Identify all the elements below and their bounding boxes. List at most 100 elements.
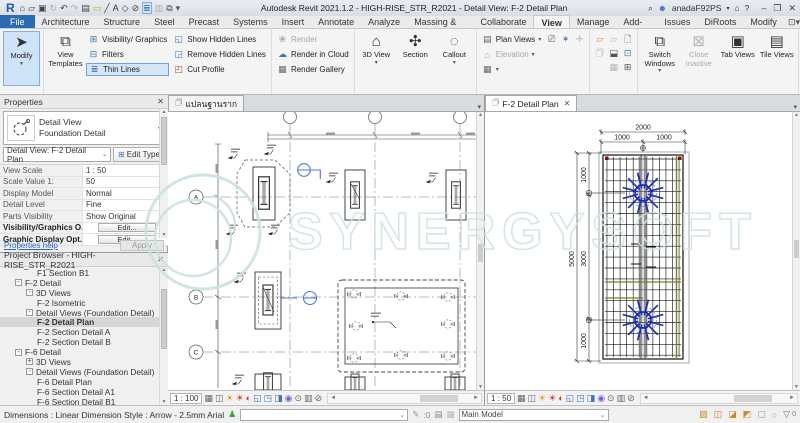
- thin-lines-button[interactable]: ≣ Thin Lines: [86, 63, 169, 76]
- grid-sheet-icon[interactable]: ▦: [607, 61, 620, 74]
- property-value[interactable]: Fine: [82, 200, 168, 211]
- guide-grid-icon[interactable]: ▥: [304, 393, 313, 404]
- property-value[interactable]: Show Original: [82, 211, 168, 222]
- help-icon[interactable]: ?: [745, 3, 750, 13]
- thin-lines-icon[interactable]: ≣: [142, 2, 152, 14]
- print-sheet-icon[interactable]: ⎚: [545, 33, 558, 46]
- edit-type-button[interactable]: ⊞ Edit Type: [113, 147, 165, 162]
- viewport-icon[interactable]: ⊡: [621, 47, 634, 60]
- collapse-icon[interactable]: -: [26, 289, 33, 296]
- crop-region-icon[interactable]: ◳: [576, 393, 585, 404]
- elevation-button[interactable]: ⌂ Elevation▾: [480, 48, 543, 61]
- crop-region-icon[interactable]: ◳: [264, 393, 273, 404]
- property-value[interactable]: Normal: [82, 188, 168, 199]
- detail-hscrollbar[interactable]: ◄►: [640, 393, 798, 404]
- print-icon[interactable]: ▤: [81, 3, 90, 13]
- sun-off-icon[interactable]: ☀: [236, 393, 244, 404]
- editable-only-icon[interactable]: ✎: [412, 409, 419, 420]
- tree-item-f-2-detail-plan[interactable]: F-2 Detail Plan: [0, 317, 168, 327]
- sun-off-icon[interactable]: ☀: [548, 393, 556, 404]
- scale-lock-icon[interactable]: ▦: [517, 393, 526, 404]
- signed-in-user[interactable]: anadaF92PS: [672, 3, 722, 13]
- tab-insert[interactable]: Insert: [275, 15, 312, 28]
- shadows-icon[interactable]: ◐: [558, 393, 563, 404]
- crop-view-icon[interactable]: ◱: [566, 393, 575, 404]
- tab-architecture[interactable]: Architecture: [35, 15, 97, 28]
- render-gallery-button[interactable]: ▦ Render Gallery: [275, 63, 351, 76]
- crop-view-icon[interactable]: ◱: [253, 393, 262, 404]
- legends-button[interactable]: ▦▾: [480, 63, 543, 76]
- restore-button[interactable]: ❐: [773, 3, 781, 13]
- property-value[interactable]: Edit...: [82, 223, 168, 234]
- tree-item-f-2-section-detail-a[interactable]: F-2 Section Detail A: [0, 327, 168, 337]
- text-icon[interactable]: A: [113, 3, 119, 13]
- drag-select-icon[interactable]: ○: [772, 410, 777, 420]
- tree-item-f-6-detail[interactable]: -F-6 Detail: [0, 347, 168, 357]
- view-templates-button[interactable]: ⧉ View Templates: [47, 31, 84, 86]
- qat-more-icon[interactable]: ▾: [176, 3, 181, 13]
- guide-grid-icon[interactable]: 🗇: [593, 47, 606, 60]
- edit-button[interactable]: Edit...: [98, 223, 156, 232]
- insert-view-icon[interactable]: ✛: [573, 33, 586, 46]
- tab-collaborate[interactable]: Collaborate: [473, 15, 533, 28]
- exclude-options-icon[interactable]: ▦: [446, 409, 454, 420]
- callout-button[interactable]: ◌ Callout▾: [436, 31, 473, 86]
- chevron-down-icon[interactable]: ▾: [726, 5, 729, 12]
- sun-path-icon[interactable]: ☀: [226, 393, 234, 404]
- tree-item-3d-views[interactable]: +3D Views: [0, 357, 168, 367]
- tree-item-f-2-isometric[interactable]: F-2 Isometric: [0, 298, 168, 308]
- remove-hidden-lines-button[interactable]: ◲ Remove Hidden Lines: [171, 48, 268, 61]
- tree-item-f-2-section-detail-b[interactable]: F-2 Section Detail B: [0, 337, 168, 347]
- tree-item-f-2-detail[interactable]: -F-2 Detail: [0, 278, 168, 288]
- tile-views-button[interactable]: ▤ Tile Views: [758, 31, 795, 86]
- tab-steel[interactable]: Steel: [147, 15, 182, 28]
- sun-path-icon[interactable]: ☀: [538, 393, 546, 404]
- revisions-icon[interactable]: 🗋: [621, 33, 634, 46]
- select-underlay-icon[interactable]: ▢: [757, 409, 766, 420]
- app-store-icon[interactable]: ⌂: [734, 3, 739, 13]
- tab-systems[interactable]: Systems: [226, 15, 275, 28]
- constraints-icon[interactable]: ⊘: [627, 393, 635, 404]
- save-icon[interactable]: ▣: [38, 3, 47, 13]
- cut-profile-button[interactable]: ◰ Cut Profile: [171, 63, 268, 76]
- tab-file[interactable]: File: [0, 15, 35, 28]
- collapse-icon[interactable]: -: [15, 349, 22, 356]
- modify-flyout-icon[interactable]: ⊡▾: [788, 17, 800, 28]
- user-avatar-icon[interactable]: ☻: [658, 3, 667, 13]
- collapse-icon[interactable]: -: [26, 309, 33, 316]
- tab-massing-site[interactable]: Massing & Site: [407, 15, 473, 28]
- section-icon[interactable]: ⊘: [132, 3, 140, 13]
- temporary-hide-icon[interactable]: ◨: [587, 393, 596, 404]
- shadows-icon[interactable]: ◐: [246, 393, 251, 404]
- visual-style-icon[interactable]: ◫: [528, 393, 537, 404]
- tab-add-ins[interactable]: Add-Ins: [616, 15, 657, 28]
- dimension-icon[interactable]: ╱: [104, 3, 109, 13]
- scale-lock-icon[interactable]: ▦: [204, 393, 213, 404]
- section-button[interactable]: ✣ Section: [397, 31, 434, 86]
- plan-scale[interactable]: 1 : 100: [170, 393, 202, 404]
- tab-list-chevron-icon[interactable]: ▾: [477, 103, 481, 111]
- editing-requests-icon[interactable]: ▨: [699, 409, 708, 420]
- home-icon[interactable]: ⌂: [20, 3, 25, 13]
- tab-list-chevron-icon[interactable]: ▾: [793, 103, 797, 111]
- tab-plan-view[interactable]: 🗇 แปลนฐานราก: [168, 95, 244, 111]
- design-options-icon[interactable]: ▤: [434, 409, 442, 420]
- tree-item-detail-views-foundation-detail-[interactable]: -Detail Views (Foundation Detail): [0, 367, 168, 377]
- collapse-icon[interactable]: -: [15, 279, 22, 286]
- view-selector-combo[interactable]: Detail View: F-2 Detail Plan ⌄: [3, 147, 111, 162]
- visibility-graphics-button[interactable]: ⊞ Visibility/ Graphics: [86, 33, 169, 46]
- properties-scrollbar[interactable]: ▲▼: [159, 109, 168, 238]
- expand-icon[interactable]: +: [26, 358, 33, 365]
- design-option-combo[interactable]: Main Model⌄: [459, 409, 609, 421]
- select-pinned-icon[interactable]: ◩: [743, 409, 752, 420]
- select-links-icon[interactable]: ◪: [728, 409, 737, 420]
- active-workset-combo[interactable]: ⌄: [240, 409, 408, 421]
- tab-issues[interactable]: Issues: [657, 15, 697, 28]
- matchline-icon[interactable]: ⬓: [607, 47, 620, 60]
- tab-close-icon[interactable]: ✕: [564, 99, 571, 108]
- close-button[interactable]: ✕: [788, 3, 796, 13]
- tab-structure[interactable]: Structure: [97, 15, 148, 28]
- project-browser-scrollbar[interactable]: ▲▼: [159, 267, 168, 405]
- worksets-status-icon[interactable]: ♟: [228, 409, 236, 420]
- tab-precast[interactable]: Precast: [182, 15, 227, 28]
